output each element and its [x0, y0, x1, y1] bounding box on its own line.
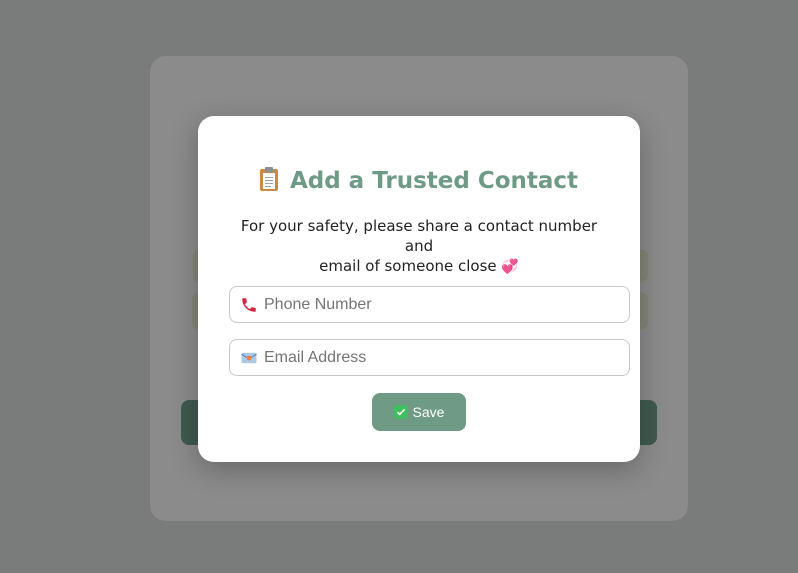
trusted-contact-modal: Add a Trusted Contact For your safety, p…: [198, 116, 640, 462]
modal-description: For your safety, please share a contact …: [228, 216, 610, 277]
modal-title: Add a Trusted Contact: [198, 167, 640, 194]
save-button[interactable]: Save: [372, 393, 466, 431]
description-line-2: email of someone close: [319, 257, 497, 275]
two-hearts-icon: 💞: [501, 259, 519, 275]
modal-title-text: Add a Trusted Contact: [289, 168, 579, 194]
email-input[interactable]: [264, 348, 629, 367]
phone-field[interactable]: [229, 286, 630, 323]
phone-input[interactable]: [264, 295, 629, 314]
email-icon: [240, 349, 258, 367]
email-field[interactable]: [229, 339, 630, 376]
check-icon: [393, 405, 408, 419]
telephone-icon: [240, 296, 258, 314]
description-line-1: For your safety, please share a contact …: [240, 217, 598, 255]
clipboard-icon: [259, 167, 278, 191]
save-label: Save: [412, 404, 445, 420]
